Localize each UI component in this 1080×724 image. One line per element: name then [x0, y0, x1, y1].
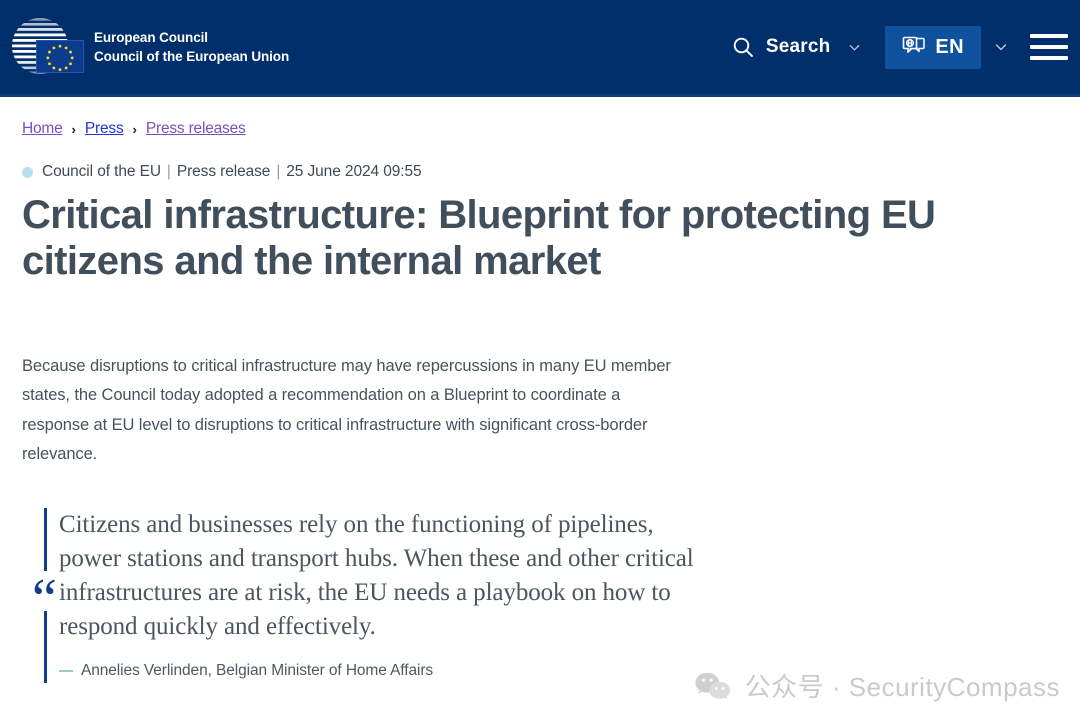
hamburger-bar: [1030, 34, 1068, 38]
language-speech-bubble-icon: [903, 36, 926, 53]
meta-type: Press release: [176, 163, 271, 180]
breadcrumb-item-press-releases[interactable]: Press releases: [146, 120, 246, 138]
breadcrumb-item-press[interactable]: Press: [85, 120, 124, 138]
breadcrumb-separator: ›: [71, 121, 76, 137]
main-content: Home › Press › Press releases Council of…: [0, 120, 1080, 684]
hamburger-bar: [1030, 56, 1068, 60]
page-title: Critical infrastructure: Blueprint for p…: [22, 193, 936, 284]
language-label: EN: [935, 35, 964, 58]
search-icon: [733, 37, 753, 57]
search-label: Search: [765, 36, 831, 57]
pull-quote: “ Citizens and businesses rely on the fu…: [22, 508, 1058, 684]
meta-source: Council of the EU: [42, 163, 161, 180]
article-meta: Council of the EU | Press release | 25 J…: [22, 163, 1058, 181]
meta-datetime: 25 June 2024 09:55: [286, 163, 422, 180]
language-selector-button[interactable]: EN: [885, 25, 981, 69]
brand-logo[interactable]: European Council Council of the European…: [8, 14, 289, 80]
meta-separator: |: [276, 163, 281, 180]
brand-text: European Council Council of the European…: [94, 28, 289, 66]
site-header: European Council Council of the European…: [0, 0, 1080, 97]
brand-title-secondary: Council of the European Union: [94, 49, 290, 64]
eu-stars-icon: [46, 44, 74, 72]
quote-mark-icon: “: [30, 571, 59, 612]
breadcrumb: Home › Press › Press releases: [22, 120, 1058, 138]
category-dot-icon: [22, 166, 33, 178]
quote-attribution: Annelies Verlinden, Belgian Minister of …: [59, 662, 1058, 680]
attribution-name: Annelies Verlinden, Belgian Minister of …: [81, 662, 434, 680]
search-button[interactable]: Search: [728, 30, 835, 64]
search-chevron-down-icon[interactable]: [848, 41, 861, 54]
hamburger-menu-icon[interactable]: [1030, 34, 1068, 60]
quote-text: Citizens and businesses rely on the func…: [59, 511, 694, 641]
eu-flag-icon: [36, 40, 84, 73]
breadcrumb-separator: ›: [132, 121, 137, 137]
european-council-logo-icon: [8, 14, 84, 80]
language-chevron-down-icon[interactable]: [994, 40, 1008, 54]
meta-separator: |: [166, 163, 171, 180]
breadcrumb-item-home[interactable]: Home: [22, 120, 63, 138]
article-lead-paragraph: Because disruptions to critical infrastr…: [22, 356, 671, 463]
brand-title-primary: European Council: [94, 29, 208, 45]
hamburger-bar: [1030, 45, 1068, 49]
attribution-dash-icon: [59, 670, 73, 673]
header-actions: Search EN: [728, 0, 1080, 94]
